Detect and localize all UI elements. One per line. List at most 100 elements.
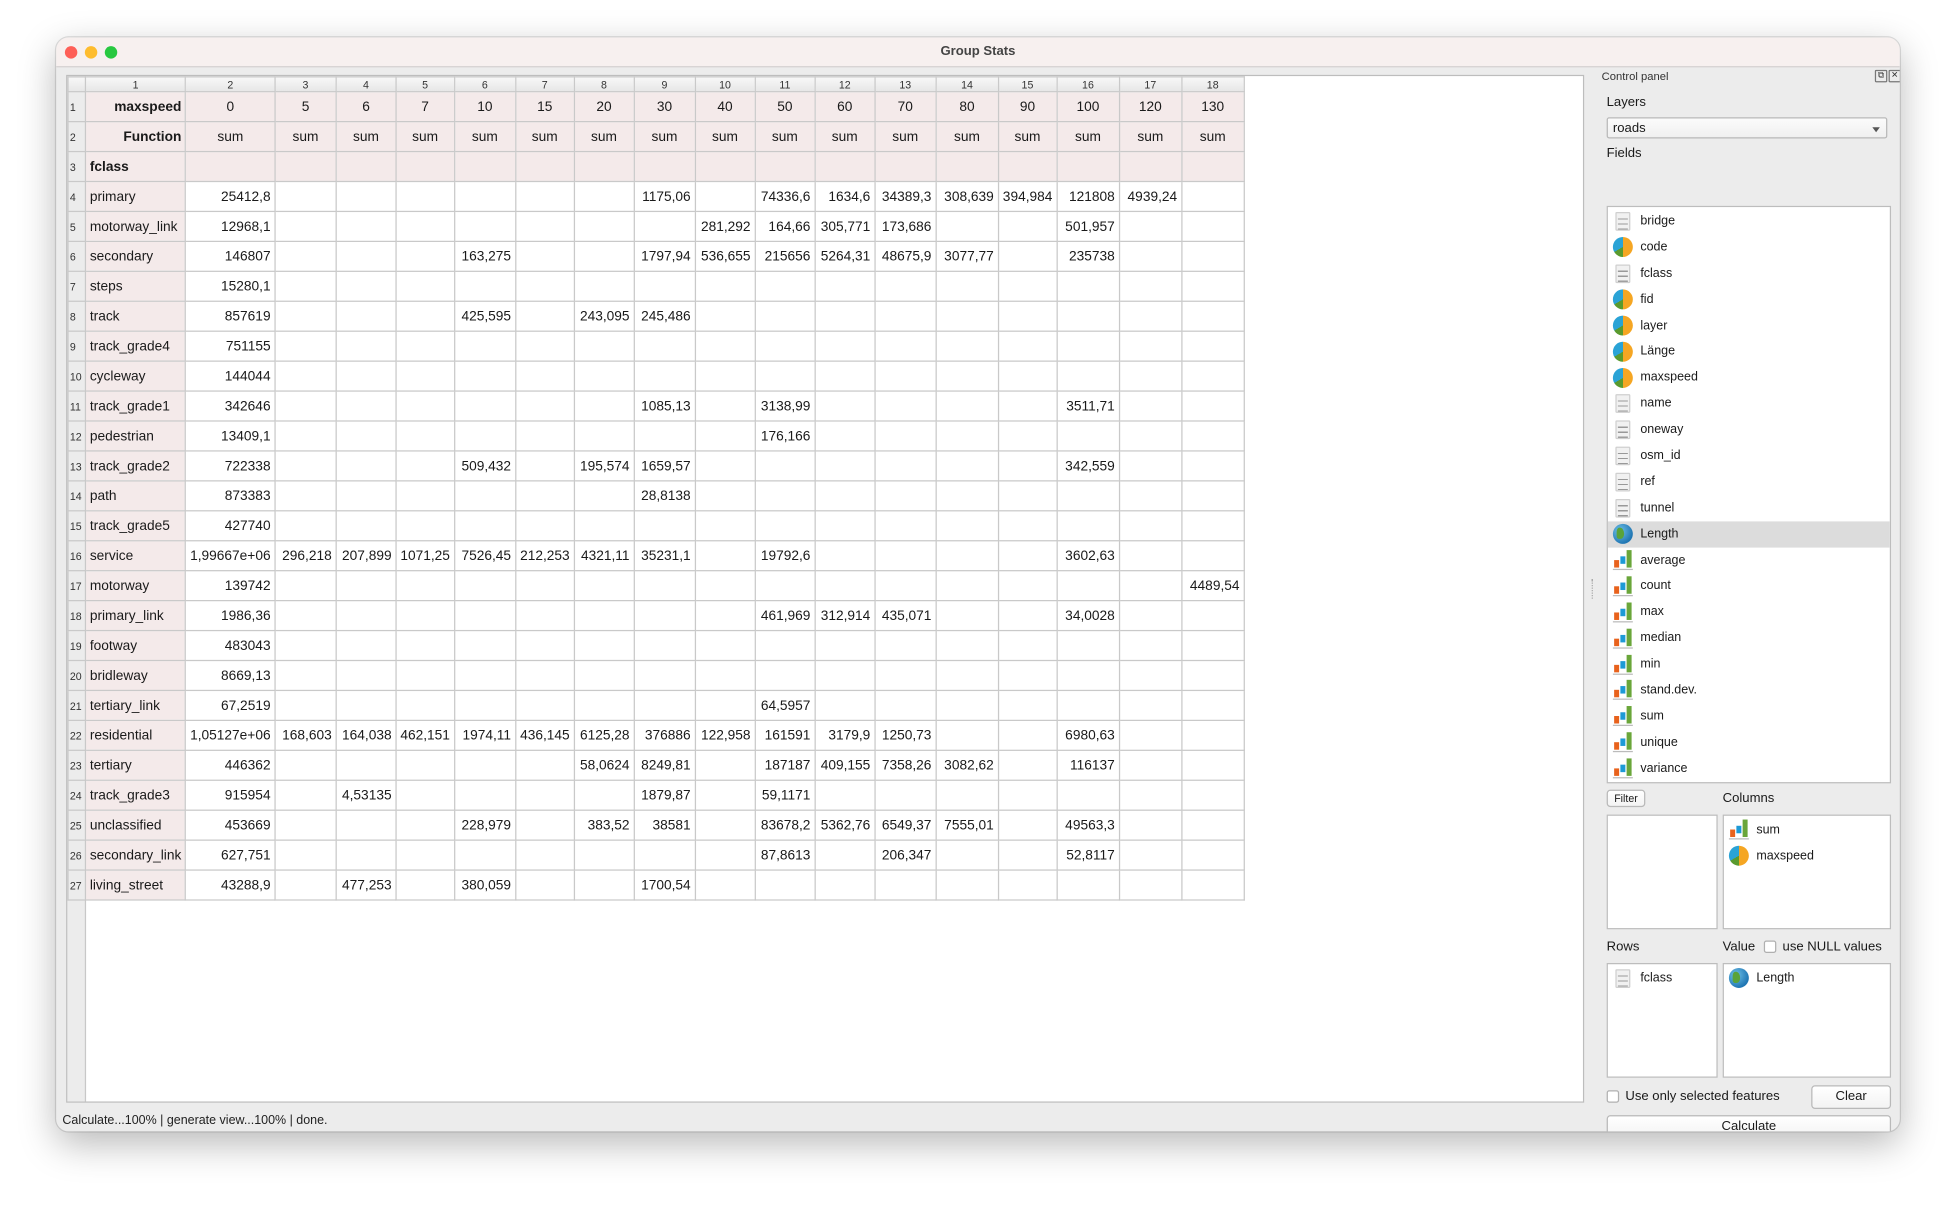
value-cell[interactable] — [514, 689, 575, 721]
splitter-handle[interactable] — [1591, 578, 1596, 599]
value-cell[interactable] — [814, 839, 876, 871]
list-item-maxspeed[interactable]: maxspeed — [1608, 365, 1890, 391]
layer-select[interactable]: roads — [1606, 117, 1888, 139]
value-cell[interactable] — [395, 480, 455, 512]
clear-button[interactable]: Clear — [1811, 1085, 1892, 1109]
value-cell[interactable] — [997, 300, 1058, 332]
value-cell[interactable] — [814, 330, 876, 362]
value-cell[interactable] — [395, 629, 455, 662]
value-cell[interactable]: 64,5957 — [754, 689, 816, 721]
value-cell[interactable] — [814, 480, 876, 512]
value-cell[interactable] — [633, 629, 696, 662]
row-number[interactable]: 13 — [67, 450, 87, 482]
value-cell[interactable]: 342646 — [185, 390, 276, 422]
row-number[interactable]: 19 — [67, 629, 87, 662]
value-cell[interactable]: 7526,45 — [453, 540, 517, 572]
value-cell[interactable] — [395, 659, 455, 692]
value-cell[interactable] — [514, 360, 575, 392]
value-cell[interactable]: 35231,1 — [633, 540, 696, 572]
value-cell[interactable] — [335, 510, 397, 542]
value-cell[interactable] — [694, 180, 756, 213]
value-cell[interactable] — [1118, 570, 1183, 602]
value-cell[interactable] — [997, 629, 1058, 662]
row-number[interactable]: 27 — [67, 869, 87, 901]
value-cell[interactable] — [997, 330, 1058, 362]
row-label-fclass[interactable]: service — [84, 540, 187, 572]
value-cell[interactable]: 501,957 — [1056, 210, 1120, 242]
row-number[interactable]: 1 — [67, 91, 87, 123]
value-cell[interactable] — [814, 629, 876, 662]
value-cell[interactable] — [633, 839, 696, 871]
value-cell[interactable]: 873383 — [185, 480, 276, 512]
value-cell[interactable]: 436,145 — [514, 719, 575, 751]
column-number-header[interactable]: 2 — [185, 76, 276, 93]
value-cell[interactable] — [453, 360, 517, 392]
value-cell[interactable] — [514, 869, 575, 901]
value-cell[interactable]: 6980,63 — [1056, 719, 1120, 751]
value-cell[interactable]: 857619 — [185, 300, 276, 332]
column-number-header[interactable]: 11 — [754, 76, 816, 93]
value-cell[interactable] — [814, 300, 876, 332]
row-number[interactable]: 20 — [67, 659, 87, 692]
columns-list[interactable]: sum maxspeed — [1722, 814, 1892, 930]
column-number-header[interactable]: 6 — [453, 76, 517, 93]
value-cell[interactable] — [1056, 869, 1120, 901]
value-cell[interactable] — [694, 420, 756, 452]
value-cell[interactable] — [274, 510, 337, 542]
value-cell[interactable] — [1118, 510, 1183, 542]
value-cell[interactable] — [1180, 869, 1245, 901]
value-cell[interactable] — [1118, 659, 1183, 692]
value-cell[interactable] — [573, 210, 635, 242]
value-cell[interactable]: 5264,31 — [814, 240, 876, 272]
row-number[interactable]: 15 — [67, 510, 87, 542]
value-cell[interactable]: 509,432 — [453, 450, 517, 482]
value-cell[interactable] — [453, 839, 517, 871]
value-cell[interactable] — [514, 240, 575, 272]
value-cell[interactable]: 164,038 — [335, 719, 397, 751]
row-number[interactable]: 8 — [67, 300, 87, 332]
value-cell[interactable]: 215656 — [754, 240, 816, 272]
value-cell[interactable]: 453669 — [185, 809, 276, 841]
value-cell[interactable] — [573, 510, 635, 542]
value-cell[interactable] — [573, 480, 635, 512]
row-label-fclass[interactable]: tertiary_link — [84, 689, 187, 721]
value-cell[interactable] — [514, 570, 575, 602]
value-cell[interactable] — [274, 869, 337, 901]
value-cell[interactable] — [335, 390, 397, 422]
row-number[interactable]: 9 — [67, 330, 87, 362]
value-cell[interactable] — [274, 270, 337, 302]
value-cell[interactable]: 380,059 — [453, 869, 517, 901]
value-cell[interactable] — [814, 510, 876, 542]
value-cell[interactable] — [335, 300, 397, 332]
value-cell[interactable] — [514, 629, 575, 662]
row-label-fclass[interactable]: secondary — [84, 240, 187, 272]
column-number-header[interactable]: 13 — [874, 76, 937, 93]
value-cell[interactable] — [997, 749, 1058, 781]
value-cell[interactable] — [335, 809, 397, 841]
row-label-fclass[interactable]: living_street — [84, 869, 187, 901]
row-label-fclass[interactable]: primary — [84, 180, 187, 213]
row-label-fclass[interactable]: track — [84, 300, 187, 332]
value-cell[interactable] — [335, 270, 397, 302]
value-cell[interactable] — [874, 360, 937, 392]
value-cell[interactable] — [395, 330, 455, 362]
value-cell[interactable] — [274, 659, 337, 692]
value-cell[interactable] — [274, 420, 337, 452]
value-cell[interactable]: 4489,54 — [1180, 570, 1245, 602]
value-cell[interactable] — [335, 210, 397, 242]
value-cell[interactable]: 74336,6 — [754, 180, 816, 213]
value-cell[interactable] — [1056, 779, 1120, 811]
value-cell[interactable] — [814, 450, 876, 482]
value-cell[interactable] — [514, 809, 575, 841]
results-table[interactable]: 1 2 3 4 5 6 7 8 9 10 11 12 13 14 15 16 17 18 1 maxspeed 0 5 6 7… — [66, 74, 1585, 1103]
list-item-count[interactable]: count — [1608, 573, 1890, 599]
value-cell[interactable]: 409,155 — [814, 749, 876, 781]
row-number[interactable]: 16 — [67, 540, 87, 572]
value-cell[interactable] — [514, 839, 575, 871]
value-cell[interactable] — [1056, 270, 1120, 302]
value-cell[interactable] — [874, 480, 937, 512]
value-cell[interactable] — [633, 330, 696, 362]
value-cell[interactable]: 427740 — [185, 510, 276, 542]
value-cell[interactable]: 195,574 — [573, 450, 635, 482]
value-cell[interactable] — [395, 270, 455, 302]
